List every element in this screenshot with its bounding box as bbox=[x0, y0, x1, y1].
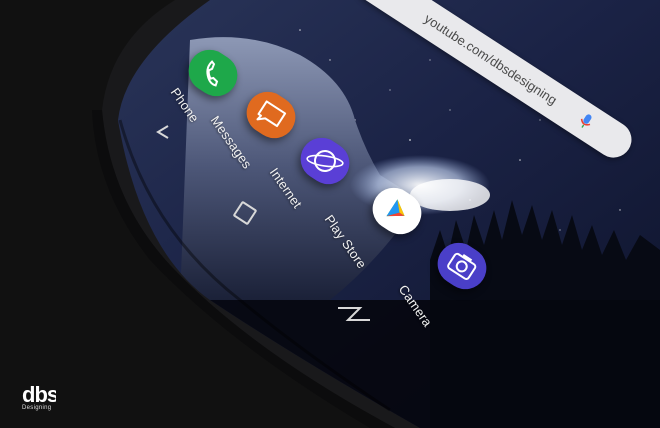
scene: youtube.com/dbsdesigning Phone Messages … bbox=[0, 0, 660, 428]
dbs-logo-text: dbs bbox=[22, 382, 56, 407]
home-icon[interactable] bbox=[230, 198, 260, 228]
mic-icon[interactable] bbox=[571, 106, 601, 136]
recents-icon[interactable] bbox=[334, 302, 374, 326]
back-icon[interactable] bbox=[150, 122, 176, 142]
logo-subtitle: Designing bbox=[22, 405, 52, 411]
